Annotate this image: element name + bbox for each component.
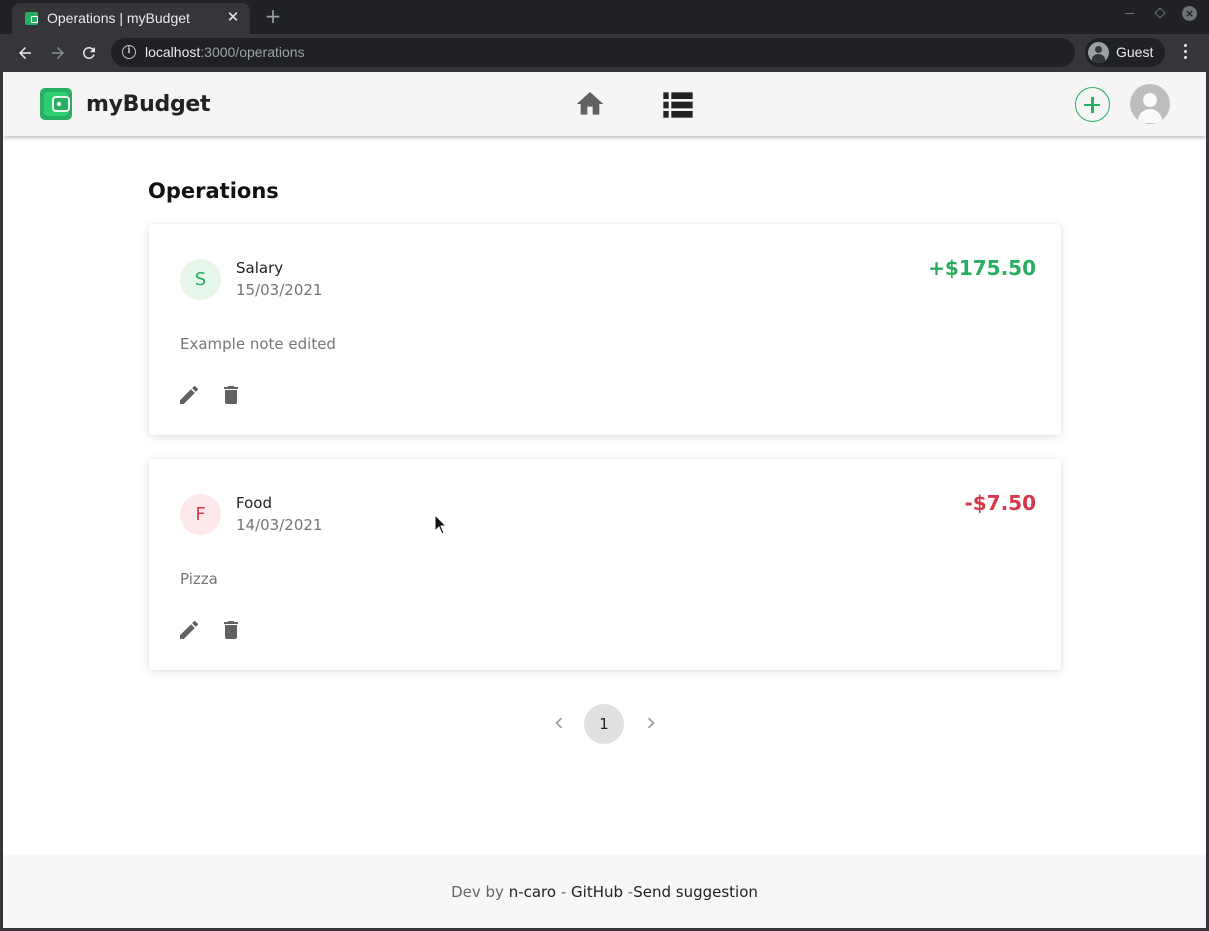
trash-icon[interactable] [219,618,243,642]
user-avatar-icon[interactable] [1130,84,1170,124]
chevron-right-icon[interactable] [640,712,662,734]
footer-prefix: Dev by [451,883,509,901]
add-operation-button[interactable] [1075,87,1110,122]
operation-date: 14/03/2021 [236,516,323,534]
window-close-icon[interactable]: × [1182,6,1197,21]
wallet-logo-icon[interactable] [39,87,73,121]
page-footer: Dev by n-caro - GitHub -Send suggestion [3,855,1206,928]
address-bar[interactable]: i localhost:3000/operations [111,38,1075,67]
reload-icon[interactable] [76,40,102,66]
url-path: :3000/operations [200,44,305,60]
browser-menu-icon[interactable] [1178,44,1192,62]
profile-label: Guest [1116,44,1154,60]
window-maximize-icon[interactable] [1153,6,1167,20]
footer-separator: - [623,883,634,901]
tab-title: Operations | myBudget [47,10,190,26]
url-host: localhost [145,44,201,60]
browser-toolbar: i localhost:3000/operations Guest [0,34,1209,72]
forward-arrow-icon[interactable] [45,40,71,66]
operation-note: Pizza [180,570,218,588]
list-icon[interactable] [662,91,694,119]
trash-icon[interactable] [219,383,243,407]
pencil-icon[interactable] [177,383,201,407]
guest-profile-icon [1088,42,1109,63]
operation-note: Example note edited [180,335,336,353]
browser-tabbar: Operations | myBudget ✕ + × [0,0,1209,34]
tab-close-icon[interactable]: ✕ [224,8,242,26]
category-letter-avatar: S [180,259,221,300]
app-logo-text[interactable]: myBudget [86,92,211,117]
operation-card: F Food 14/03/2021 -$7.50 Pizza [149,459,1061,670]
operation-amount: +$175.50 [928,256,1036,280]
browser-tab[interactable]: Operations | myBudget ✕ [12,3,250,34]
author-link[interactable]: n-caro [509,883,556,901]
profile-button[interactable]: Guest [1085,38,1165,67]
operation-category: Salary [236,259,284,277]
page-button-current[interactable]: 1 [584,704,624,744]
operation-category: Food [236,494,272,512]
page-title: Operations [148,179,279,203]
operation-date: 15/03/2021 [236,281,323,299]
footer-separator: - [556,883,572,901]
mouse-cursor-icon [434,514,448,535]
site-info-icon[interactable]: i [122,45,136,59]
app-header: myBudget [3,72,1206,136]
pencil-icon[interactable] [177,618,201,642]
home-icon[interactable] [574,88,606,120]
window-minimize-icon[interactable] [1123,6,1137,20]
back-arrow-icon[interactable] [12,40,38,66]
operation-card: S Salary 15/03/2021 +$175.50 Example not… [149,224,1061,435]
page-viewport: myBudget Operations S Salary 15/03/2021 … [3,72,1206,928]
pagination: 1 [3,704,1206,744]
category-letter-avatar: F [180,494,221,535]
chevron-left-icon[interactable] [548,712,570,734]
github-link[interactable]: GitHub [571,883,623,901]
operation-amount: -$7.50 [964,491,1036,515]
wallet-favicon-icon [25,12,38,25]
url-text: localhost:3000/operations [145,44,305,60]
send-suggestion-link[interactable]: Send suggestion [633,883,758,901]
new-tab-icon[interactable]: + [262,5,284,27]
